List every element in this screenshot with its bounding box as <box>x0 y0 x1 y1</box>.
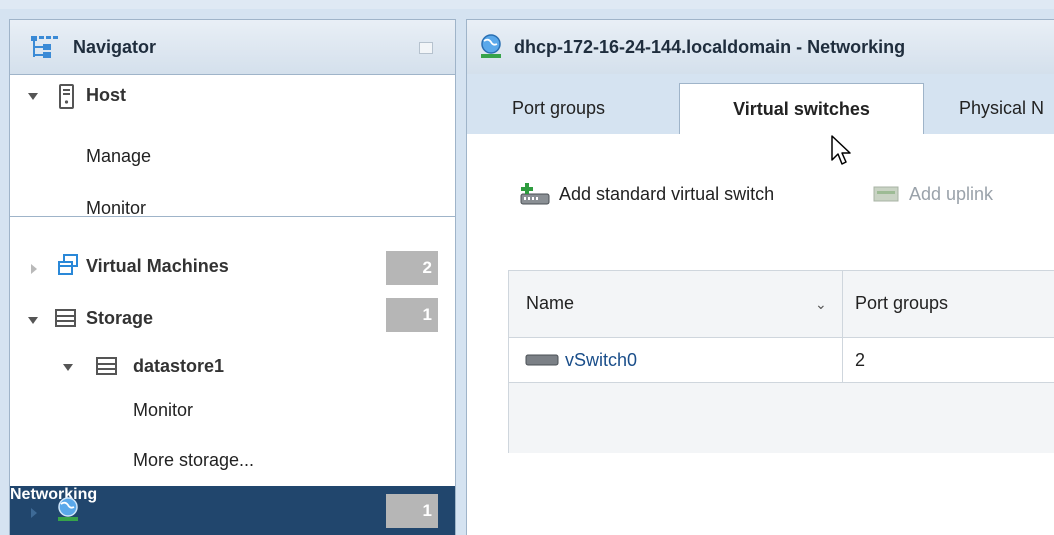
expand-caret-icon[interactable] <box>28 317 38 324</box>
add-uplink-label: Add uplink <box>909 184 994 204</box>
networking-globe-icon <box>58 497 78 521</box>
navigator-title: Navigator <box>73 37 157 57</box>
tab-bar: Port groups Virtual switches Physical N <box>467 74 1054 134</box>
expand-caret-icon[interactable] <box>31 264 37 274</box>
column-divider <box>842 271 843 382</box>
panel-header: dhcp-172-16-24-144.localdomain - Network… <box>467 20 1054 74</box>
collapse-pane-icon[interactable] <box>419 42 433 54</box>
expand-caret-icon[interactable] <box>63 364 73 371</box>
panel-title: dhcp-172-16-24-144.localdomain - Network… <box>514 37 906 57</box>
navigator-pane: Navigator Host Manage Monitor Virtual Ma… <box>9 19 456 535</box>
vswitch-name-link[interactable]: vSwitch0 <box>565 350 637 371</box>
nav-item-datastore1[interactable]: datastore1 <box>10 349 455 395</box>
vm-count-badge: 2 <box>386 251 438 285</box>
nav-item-host-manage[interactable]: Manage <box>10 118 455 166</box>
storage-count-badge: 1 <box>386 298 438 332</box>
expand-caret-icon[interactable] <box>31 508 37 518</box>
nav-more-storage-label: More storage... <box>133 450 255 470</box>
nav-networking-label: Networking <box>10 486 98 503</box>
tab-virtual-switches[interactable]: Virtual switches <box>679 83 924 134</box>
add-switch-icon <box>520 183 550 205</box>
column-header-name[interactable]: Name <box>526 293 574 314</box>
navigator-tree-icon <box>31 36 58 58</box>
tab-port-groups[interactable]: Port groups <box>512 83 605 134</box>
navigator-header: Navigator <box>10 20 455 75</box>
nav-storage-label: Storage <box>86 308 154 328</box>
nav-item-more-storage[interactable]: More storage... <box>10 441 455 486</box>
host-server-icon <box>59 84 74 109</box>
column-header-port-groups[interactable]: Port groups <box>855 293 948 314</box>
networking-count-badge: 1 <box>386 494 438 528</box>
datastore-icon <box>96 357 117 375</box>
expand-caret-icon[interactable] <box>28 93 38 100</box>
nav-host-label: Host <box>86 85 126 105</box>
nav-item-datastore-monitor[interactable]: Monitor <box>10 395 455 441</box>
add-uplink-icon <box>873 186 899 202</box>
virtual-machines-icon <box>58 254 78 275</box>
vswitch-port-groups-value: 2 <box>855 350 866 370</box>
nav-datastore-monitor-label: Monitor <box>133 400 194 420</box>
column-menu-chevron-icon[interactable]: ⌄ <box>815 296 827 313</box>
nav-item-storage[interactable]: Storage 1 <box>10 298 455 349</box>
nav-item-host-monitor[interactable]: Monitor <box>10 162 455 218</box>
nav-datastore1-label: datastore1 <box>133 356 225 376</box>
window-top-strip <box>0 0 1054 9</box>
table-header: Name ⌄ Port groups <box>509 271 1054 338</box>
tab-physical-nics[interactable]: Physical N <box>959 83 1044 134</box>
nav-item-networking[interactable]: Networking 1 <box>10 486 455 535</box>
vswitch-icon <box>525 354 559 366</box>
table-row[interactable]: vSwitch0 2 <box>509 337 1054 383</box>
virtual-switches-table: Name ⌄ Port groups vSwitch0 2 <box>508 270 1054 453</box>
networking-globe-icon <box>481 34 501 58</box>
networking-panel: dhcp-172-16-24-144.localdomain - Network… <box>466 19 1054 535</box>
nav-item-virtual-machines[interactable]: Virtual Machines 2 <box>10 217 455 285</box>
mouse-pointer-icon <box>831 135 851 165</box>
nav-virtual-machines-label: Virtual Machines <box>86 256 229 276</box>
storage-icon <box>55 309 76 327</box>
nav-item-host[interactable]: Host <box>10 74 455 118</box>
table-footer <box>509 383 1054 453</box>
add-switch-label: Add standard virtual switch <box>559 184 775 204</box>
